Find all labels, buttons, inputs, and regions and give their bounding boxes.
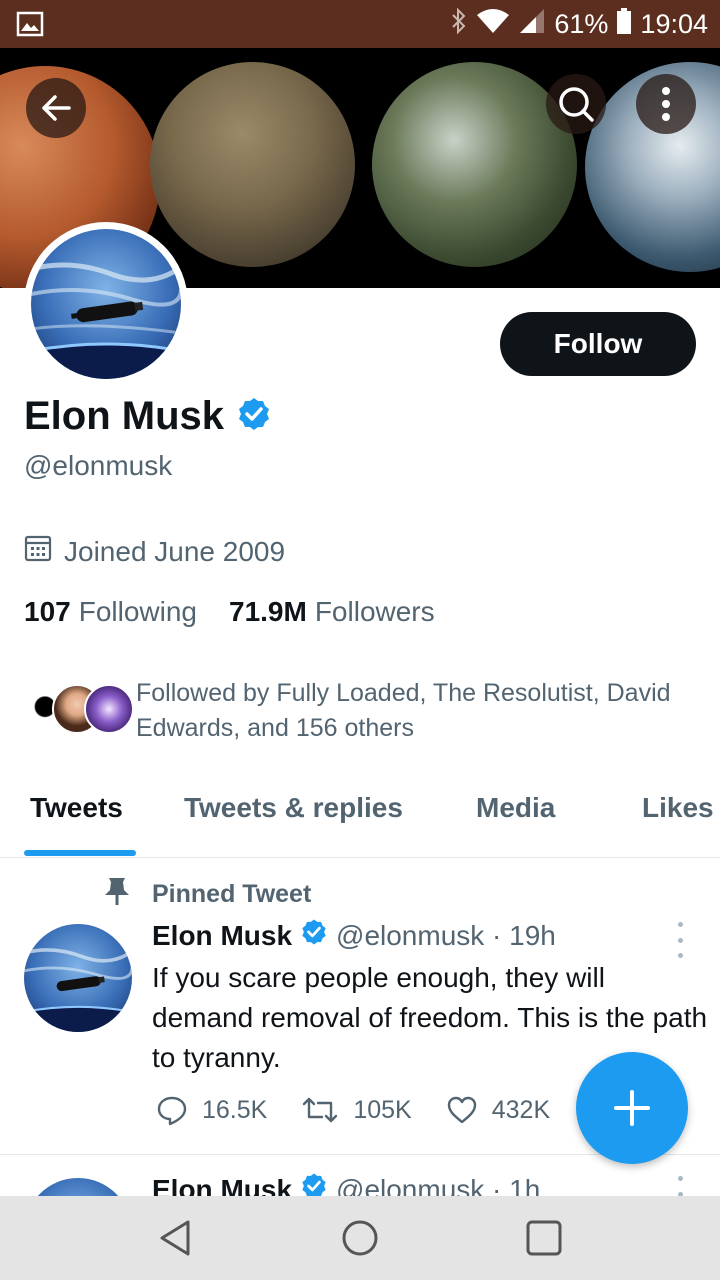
profile-name: Elon Musk [24,394,225,438]
joined-text: Joined June 2009 [64,535,286,567]
avatar [31,229,181,379]
profile-name-row: Elon Musk [24,394,272,439]
tab-likes[interactable]: Likes [642,792,714,824]
reply-button[interactable]: 16.5K [156,1094,267,1126]
profile-tabs: Tweets Tweets & replies Media Likes [0,770,720,858]
home-circle-icon [342,1220,378,1256]
tweet-more-button[interactable] [668,922,692,958]
followers-link[interactable]: 71.9M Followers [229,596,435,628]
following-label: Following [78,596,197,627]
banner-planet [150,62,355,267]
pinned-label: Pinned Tweet [152,880,312,908]
tab-media[interactable]: Media [476,792,555,824]
nav-back-button[interactable] [154,1216,198,1260]
pin-icon [104,876,130,913]
bluetooth-icon [450,7,468,42]
back-arrow-icon [42,95,71,121]
signal-icon [518,7,546,42]
followers-you-know-avatars [20,676,136,736]
plus-icon [614,1090,650,1126]
nav-recents-button[interactable] [522,1216,566,1260]
compose-tweet-button[interactable] [576,1052,688,1164]
pinned-tweet-header: Pinned Tweet [104,876,311,913]
search-button[interactable] [546,74,606,134]
followers-label: Followers [314,596,435,627]
tweet-author-name[interactable]: Elon Musk [152,920,292,952]
profile-handle: @elonmusk [24,450,173,481]
wifi-icon [476,7,510,42]
calendar-icon [24,534,52,569]
follow-button[interactable]: Follow [500,312,696,376]
tab-tweets-replies[interactable]: Tweets & replies [184,792,403,824]
reply-icon [157,1096,187,1126]
battery-percent: 61% [554,8,609,39]
like-button[interactable]: 432K [446,1095,550,1125]
verified-badge-icon [236,396,272,437]
reply-count: 16.5K [202,1095,268,1124]
profile-avatar[interactable] [24,222,188,386]
clock: 19:04 [640,8,708,39]
image-icon [16,10,44,43]
followed-by-text: Followed by Fully Loaded, The Resolutist… [136,679,671,742]
back-triangle-icon [160,1220,190,1256]
recents-square-icon [526,1220,562,1256]
followers-count: 71.9M [229,596,307,627]
more-vertical-icon [662,87,670,121]
tweet-actions: 16.5K 105K 432K [156,1094,584,1126]
followed-by[interactable]: Followed by Fully Loaded, The Resolutist… [20,676,710,746]
system-navigation-bar [0,1196,720,1280]
avatar [84,684,134,734]
like-count: 432K [491,1095,551,1124]
retweet-count: 105K [353,1095,412,1124]
tab-tweets[interactable]: Tweets [30,792,123,824]
follow-counts: 107 Following 71.9M Followers [24,596,435,628]
retweet-button[interactable]: 105K [301,1095,412,1125]
verified-badge-icon [300,918,328,953]
joined-date: Joined June 2009 [24,534,285,569]
tweet-avatar[interactable] [24,924,132,1032]
tweet-meta: @elonmusk · 19h [336,919,556,951]
battery-icon [616,7,632,42]
active-tab-indicator [24,850,136,856]
heart-icon [447,1096,476,1124]
tweet-header: Elon Musk @elonmusk · 19h [152,918,556,953]
search-icon [559,87,594,122]
more-options-button[interactable] [636,74,696,134]
banner-planet [372,62,577,267]
nav-home-button[interactable] [338,1216,382,1260]
status-bar: 61% 19:04 [0,0,720,48]
back-button[interactable] [26,78,86,138]
retweet-icon [303,1097,338,1123]
following-link[interactable]: 107 Following [24,596,197,628]
following-count: 107 [24,596,71,627]
